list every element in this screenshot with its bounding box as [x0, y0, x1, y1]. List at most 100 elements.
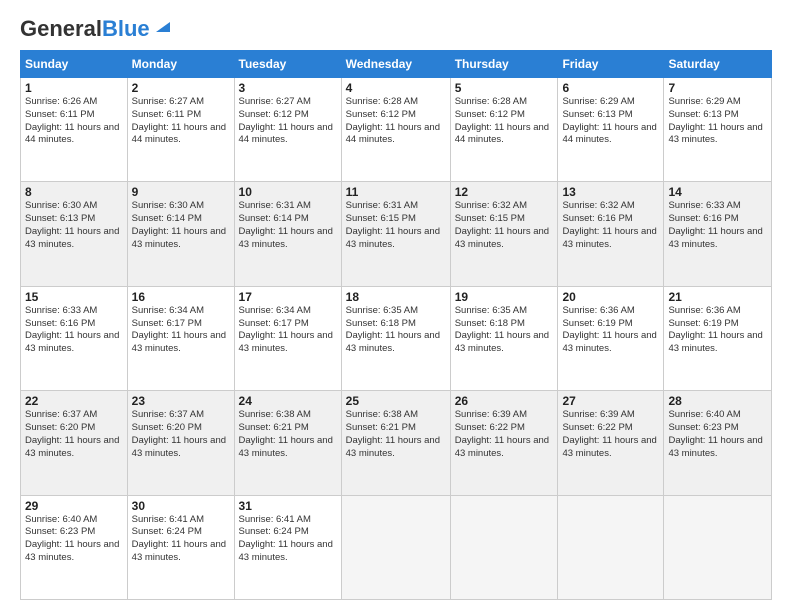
col-thursday: Thursday — [450, 51, 558, 78]
calendar-cell: 5 Sunrise: 6:28 AM Sunset: 6:12 PM Dayli… — [450, 78, 558, 182]
day-info: Sunrise: 6:40 AM Sunset: 6:23 PM Dayligh… — [25, 514, 123, 565]
calendar-cell: 2 Sunrise: 6:27 AM Sunset: 6:11 PM Dayli… — [127, 78, 234, 182]
day-info: Sunrise: 6:40 AM Sunset: 6:23 PM Dayligh… — [668, 409, 767, 460]
calendar-cell: 7 Sunrise: 6:29 AM Sunset: 6:13 PM Dayli… — [664, 78, 772, 182]
col-monday: Monday — [127, 51, 234, 78]
calendar-cell: 31 Sunrise: 6:41 AM Sunset: 6:24 PM Dayl… — [234, 495, 341, 599]
calendar-cell: 6 Sunrise: 6:29 AM Sunset: 6:13 PM Dayli… — [558, 78, 664, 182]
calendar-cell — [341, 495, 450, 599]
calendar-cell: 19 Sunrise: 6:35 AM Sunset: 6:18 PM Dayl… — [450, 286, 558, 390]
calendar-cell: 28 Sunrise: 6:40 AM Sunset: 6:23 PM Dayl… — [664, 391, 772, 495]
day-number: 4 — [346, 81, 446, 95]
day-info: Sunrise: 6:35 AM Sunset: 6:18 PM Dayligh… — [455, 305, 554, 356]
col-sunday: Sunday — [21, 51, 128, 78]
calendar-cell: 11 Sunrise: 6:31 AM Sunset: 6:15 PM Dayl… — [341, 182, 450, 286]
day-info: Sunrise: 6:34 AM Sunset: 6:17 PM Dayligh… — [239, 305, 337, 356]
day-info: Sunrise: 6:32 AM Sunset: 6:16 PM Dayligh… — [562, 200, 659, 251]
day-number: 30 — [132, 499, 230, 513]
calendar-cell — [450, 495, 558, 599]
day-info: Sunrise: 6:38 AM Sunset: 6:21 PM Dayligh… — [346, 409, 446, 460]
calendar-cell: 27 Sunrise: 6:39 AM Sunset: 6:22 PM Dayl… — [558, 391, 664, 495]
day-info: Sunrise: 6:32 AM Sunset: 6:15 PM Dayligh… — [455, 200, 554, 251]
calendar-cell: 23 Sunrise: 6:37 AM Sunset: 6:20 PM Dayl… — [127, 391, 234, 495]
calendar-cell: 16 Sunrise: 6:34 AM Sunset: 6:17 PM Dayl… — [127, 286, 234, 390]
day-number: 25 — [346, 394, 446, 408]
day-info: Sunrise: 6:31 AM Sunset: 6:14 PM Dayligh… — [239, 200, 337, 251]
calendar-cell: 24 Sunrise: 6:38 AM Sunset: 6:21 PM Dayl… — [234, 391, 341, 495]
calendar-cell: 26 Sunrise: 6:39 AM Sunset: 6:22 PM Dayl… — [450, 391, 558, 495]
day-number: 31 — [239, 499, 337, 513]
day-number: 18 — [346, 290, 446, 304]
col-tuesday: Tuesday — [234, 51, 341, 78]
day-number: 1 — [25, 81, 123, 95]
calendar-cell: 18 Sunrise: 6:35 AM Sunset: 6:18 PM Dayl… — [341, 286, 450, 390]
calendar-cell: 21 Sunrise: 6:36 AM Sunset: 6:19 PM Dayl… — [664, 286, 772, 390]
calendar-week-row: 8 Sunrise: 6:30 AM Sunset: 6:13 PM Dayli… — [21, 182, 772, 286]
calendar-cell: 25 Sunrise: 6:38 AM Sunset: 6:21 PM Dayl… — [341, 391, 450, 495]
day-number: 12 — [455, 185, 554, 199]
day-info: Sunrise: 6:29 AM Sunset: 6:13 PM Dayligh… — [668, 96, 767, 147]
calendar-cell — [664, 495, 772, 599]
day-number: 13 — [562, 185, 659, 199]
day-info: Sunrise: 6:41 AM Sunset: 6:24 PM Dayligh… — [239, 514, 337, 565]
calendar-cell: 8 Sunrise: 6:30 AM Sunset: 6:13 PM Dayli… — [21, 182, 128, 286]
page: GeneralBlue Sunday Monday Tuesday Wednes… — [0, 0, 792, 612]
day-number: 29 — [25, 499, 123, 513]
day-number: 3 — [239, 81, 337, 95]
day-number: 5 — [455, 81, 554, 95]
day-info: Sunrise: 6:33 AM Sunset: 6:16 PM Dayligh… — [25, 305, 123, 356]
day-number: 7 — [668, 81, 767, 95]
calendar-header-row: Sunday Monday Tuesday Wednesday Thursday… — [21, 51, 772, 78]
day-info: Sunrise: 6:28 AM Sunset: 6:12 PM Dayligh… — [455, 96, 554, 147]
day-info: Sunrise: 6:41 AM Sunset: 6:24 PM Dayligh… — [132, 514, 230, 565]
calendar-cell: 17 Sunrise: 6:34 AM Sunset: 6:17 PM Dayl… — [234, 286, 341, 390]
day-number: 15 — [25, 290, 123, 304]
day-number: 27 — [562, 394, 659, 408]
day-info: Sunrise: 6:31 AM Sunset: 6:15 PM Dayligh… — [346, 200, 446, 251]
col-saturday: Saturday — [664, 51, 772, 78]
day-number: 22 — [25, 394, 123, 408]
calendar-cell: 12 Sunrise: 6:32 AM Sunset: 6:15 PM Dayl… — [450, 182, 558, 286]
col-wednesday: Wednesday — [341, 51, 450, 78]
day-info: Sunrise: 6:37 AM Sunset: 6:20 PM Dayligh… — [132, 409, 230, 460]
day-number: 11 — [346, 185, 446, 199]
day-number: 8 — [25, 185, 123, 199]
calendar-cell — [558, 495, 664, 599]
calendar-week-row: 1 Sunrise: 6:26 AM Sunset: 6:11 PM Dayli… — [21, 78, 772, 182]
day-info: Sunrise: 6:39 AM Sunset: 6:22 PM Dayligh… — [562, 409, 659, 460]
day-info: Sunrise: 6:29 AM Sunset: 6:13 PM Dayligh… — [562, 96, 659, 147]
day-info: Sunrise: 6:35 AM Sunset: 6:18 PM Dayligh… — [346, 305, 446, 356]
day-info: Sunrise: 6:28 AM Sunset: 6:12 PM Dayligh… — [346, 96, 446, 147]
day-info: Sunrise: 6:36 AM Sunset: 6:19 PM Dayligh… — [562, 305, 659, 356]
day-info: Sunrise: 6:37 AM Sunset: 6:20 PM Dayligh… — [25, 409, 123, 460]
day-info: Sunrise: 6:38 AM Sunset: 6:21 PM Dayligh… — [239, 409, 337, 460]
calendar-week-row: 15 Sunrise: 6:33 AM Sunset: 6:16 PM Dayl… — [21, 286, 772, 390]
day-number: 16 — [132, 290, 230, 304]
calendar-cell: 29 Sunrise: 6:40 AM Sunset: 6:23 PM Dayl… — [21, 495, 128, 599]
calendar-cell: 30 Sunrise: 6:41 AM Sunset: 6:24 PM Dayl… — [127, 495, 234, 599]
calendar-cell: 1 Sunrise: 6:26 AM Sunset: 6:11 PM Dayli… — [21, 78, 128, 182]
day-info: Sunrise: 6:26 AM Sunset: 6:11 PM Dayligh… — [25, 96, 123, 147]
day-info: Sunrise: 6:34 AM Sunset: 6:17 PM Dayligh… — [132, 305, 230, 356]
day-number: 28 — [668, 394, 767, 408]
calendar-cell: 15 Sunrise: 6:33 AM Sunset: 6:16 PM Dayl… — [21, 286, 128, 390]
calendar-cell: 22 Sunrise: 6:37 AM Sunset: 6:20 PM Dayl… — [21, 391, 128, 495]
day-number: 14 — [668, 185, 767, 199]
day-number: 19 — [455, 290, 554, 304]
day-number: 26 — [455, 394, 554, 408]
calendar-cell: 14 Sunrise: 6:33 AM Sunset: 6:16 PM Dayl… — [664, 182, 772, 286]
day-info: Sunrise: 6:36 AM Sunset: 6:19 PM Dayligh… — [668, 305, 767, 356]
day-number: 9 — [132, 185, 230, 199]
calendar-cell: 20 Sunrise: 6:36 AM Sunset: 6:19 PM Dayl… — [558, 286, 664, 390]
day-number: 2 — [132, 81, 230, 95]
day-info: Sunrise: 6:27 AM Sunset: 6:11 PM Dayligh… — [132, 96, 230, 147]
calendar-cell: 3 Sunrise: 6:27 AM Sunset: 6:12 PM Dayli… — [234, 78, 341, 182]
calendar-cell: 9 Sunrise: 6:30 AM Sunset: 6:14 PM Dayli… — [127, 182, 234, 286]
calendar-cell: 10 Sunrise: 6:31 AM Sunset: 6:14 PM Dayl… — [234, 182, 341, 286]
day-info: Sunrise: 6:39 AM Sunset: 6:22 PM Dayligh… — [455, 409, 554, 460]
day-number: 17 — [239, 290, 337, 304]
header: GeneralBlue — [20, 16, 772, 42]
calendar-cell: 4 Sunrise: 6:28 AM Sunset: 6:12 PM Dayli… — [341, 78, 450, 182]
day-number: 24 — [239, 394, 337, 408]
day-info: Sunrise: 6:33 AM Sunset: 6:16 PM Dayligh… — [668, 200, 767, 251]
